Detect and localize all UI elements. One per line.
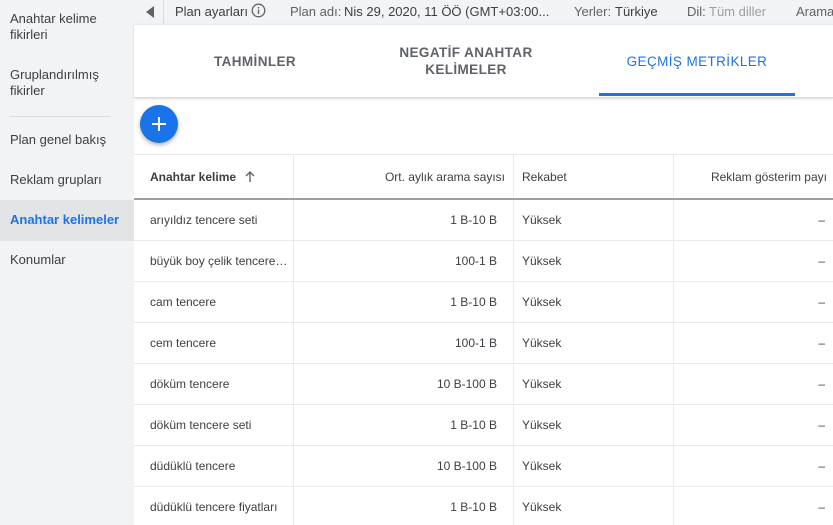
ad-impression-share-cell: – <box>818 459 825 473</box>
sidebar-item-ad-groups[interactable]: Reklam grupları <box>0 172 134 188</box>
sidebar-item-label: Plan genel bakış <box>10 132 107 147</box>
plan-name-label: Plan adı: <box>290 4 342 19</box>
avg-monthly-searches-cell: 1 B-10 B <box>294 200 514 240</box>
table-row[interactable]: döküm tencere seti 1 B-10 B Yüksek – <box>134 405 833 446</box>
table-row[interactable]: arıyıldız tencere seti 1 B-10 B Yüksek – <box>134 200 833 241</box>
sidebar-item-label: Konumlar <box>10 252 66 267</box>
avg-monthly-searches-cell: 1 B-10 B <box>294 405 514 445</box>
tab-negative-keywords[interactable]: NEGATİF ANAHTAR KELİMELER <box>376 25 556 97</box>
tab-label: GEÇMİŞ METRİKLER <box>626 53 768 69</box>
sidebar-item-plan-overview[interactable]: Plan genel bakış <box>0 132 134 148</box>
table-row[interactable]: düdüklü tencere fiyatları 1 B-10 B Yüksek – <box>134 487 833 525</box>
ad-impression-share-cell: – <box>818 295 825 309</box>
search-network-label[interactable]: Arama <box>796 4 833 19</box>
sidebar-item-locations[interactable]: Konumlar <box>0 252 134 268</box>
avg-monthly-searches-cell: 10 B-100 B <box>294 364 514 404</box>
locations-value[interactable]: Türkiye <box>615 4 658 19</box>
avg-monthly-searches-cell: 1 B-10 B <box>294 282 514 322</box>
sidebar-item-label: Reklam grupları <box>10 172 102 187</box>
sidebar-item-label: Gruplandırılmış fikirler <box>10 67 99 98</box>
avg-monthly-searches-cell: 1 B-10 B <box>294 487 514 525</box>
competition-cell: Yüksek <box>514 200 674 240</box>
tab-label: NEGATİF ANAHTAR KELİMELER <box>399 45 533 77</box>
avg-monthly-searches-cell: 100-1 B <box>294 241 514 281</box>
table-row[interactable]: düdüklü tencere 10 B-100 B Yüksek – <box>134 446 833 487</box>
competition-cell: Yüksek <box>514 405 674 445</box>
competition-cell: Yüksek <box>514 487 674 525</box>
ad-impression-share-cell: – <box>818 254 825 268</box>
table-row[interactable]: cem tencere 100-1 B Yüksek – <box>134 323 833 364</box>
plan-settings-bar: Plan ayarları Plan adı: Nis 29, 2020, 11… <box>134 0 833 24</box>
column-header-label: Rekabet <box>522 169 567 184</box>
column-header-keyword[interactable]: Anahtar kelime <box>134 155 294 198</box>
table-row[interactable]: cam tencere 1 B-10 B Yüksek – <box>134 282 833 323</box>
sidebar-item-keyword-ideas[interactable]: Anahtar kelime fikirleri <box>0 11 134 43</box>
tab-label: TAHMİNLER <box>213 53 297 69</box>
keyword-cell: cam tencere <box>134 282 294 322</box>
tab-historical-metrics[interactable]: GEÇMİŞ METRİKLER <box>599 25 795 97</box>
language-label: Dil: <box>687 4 706 19</box>
column-header-label: Ort. aylık arama sayısı <box>384 169 505 184</box>
sidebar-item-label: Anahtar kelimeler <box>10 212 120 227</box>
keyword-cell: arıyıldız tencere seti <box>134 200 294 240</box>
plus-icon <box>152 117 166 131</box>
sidebar-item-label: Anahtar kelime fikirleri <box>10 11 97 42</box>
ad-impression-share-cell: – <box>818 377 825 391</box>
keyword-cell: döküm tencere <box>134 364 294 404</box>
ad-impression-share-cell: – <box>818 418 825 432</box>
table-row[interactable]: büyük boy çelik tencere… 100-1 B Yüksek – <box>134 241 833 282</box>
table-header: Anahtar kelime Ort. aylık arama sayısı R… <box>134 155 833 200</box>
sidebar-divider <box>10 116 110 117</box>
competition-cell: Yüksek <box>514 282 674 322</box>
tab-bar: TAHMİNLER NEGATİF ANAHTAR KELİMELER GEÇM… <box>134 24 833 98</box>
add-keyword-button[interactable] <box>140 105 178 143</box>
tab-forecasts[interactable]: TAHMİNLER <box>134 25 376 97</box>
avg-monthly-searches-cell: 10 B-100 B <box>294 446 514 486</box>
column-header-label: Reklam gösterim payı <box>710 169 827 184</box>
column-header-ad-impression-share[interactable]: Reklam gösterim payı <box>674 155 833 198</box>
arrow-up-icon <box>245 170 255 182</box>
keyword-cell: cem tencere <box>134 323 294 363</box>
sidebar-item-keywords[interactable]: Anahtar kelimeler <box>0 200 134 241</box>
keyword-cell: düdüklü tencere fiyatları <box>134 487 294 525</box>
sidebar: Anahtar kelime fikirleri Gruplandırılmış… <box>0 0 134 525</box>
keyword-cell: büyük boy çelik tencere… <box>134 241 294 281</box>
chevron-left-icon[interactable] <box>138 0 164 24</box>
language-value[interactable]: Tüm diller <box>709 4 766 19</box>
ad-impression-share-cell: – <box>818 213 825 227</box>
active-tab-indicator <box>599 93 795 96</box>
column-header-competition[interactable]: Rekabet <box>514 155 674 198</box>
competition-cell: Yüksek <box>514 446 674 486</box>
plan-settings-label[interactable]: Plan ayarları <box>175 4 248 19</box>
column-header-avg-monthly-searches[interactable]: Ort. aylık arama sayısı <box>294 155 514 198</box>
avg-monthly-searches-cell: 100-1 B <box>294 323 514 363</box>
competition-cell: Yüksek <box>514 323 674 363</box>
keywords-table: Anahtar kelime Ort. aylık arama sayısı R… <box>134 154 833 525</box>
ad-impression-share-cell: – <box>818 336 825 350</box>
column-header-label: Anahtar kelime <box>150 169 237 184</box>
keyword-cell: düdüklü tencere <box>134 446 294 486</box>
keyword-cell: döküm tencere seti <box>134 405 294 445</box>
locations-label: Yerler: <box>574 4 612 19</box>
table-row[interactable]: döküm tencere 10 B-100 B Yüksek – <box>134 364 833 405</box>
ad-impression-share-cell: – <box>818 500 825 514</box>
competition-cell: Yüksek <box>514 364 674 404</box>
plan-name-value[interactable]: Nis 29, 2020, 11 ÖÖ (GMT+03:00... <box>344 4 549 19</box>
sidebar-item-grouped-ideas[interactable]: Gruplandırılmış fikirler <box>0 67 134 99</box>
info-icon[interactable] <box>251 3 266 21</box>
competition-cell: Yüksek <box>514 241 674 281</box>
